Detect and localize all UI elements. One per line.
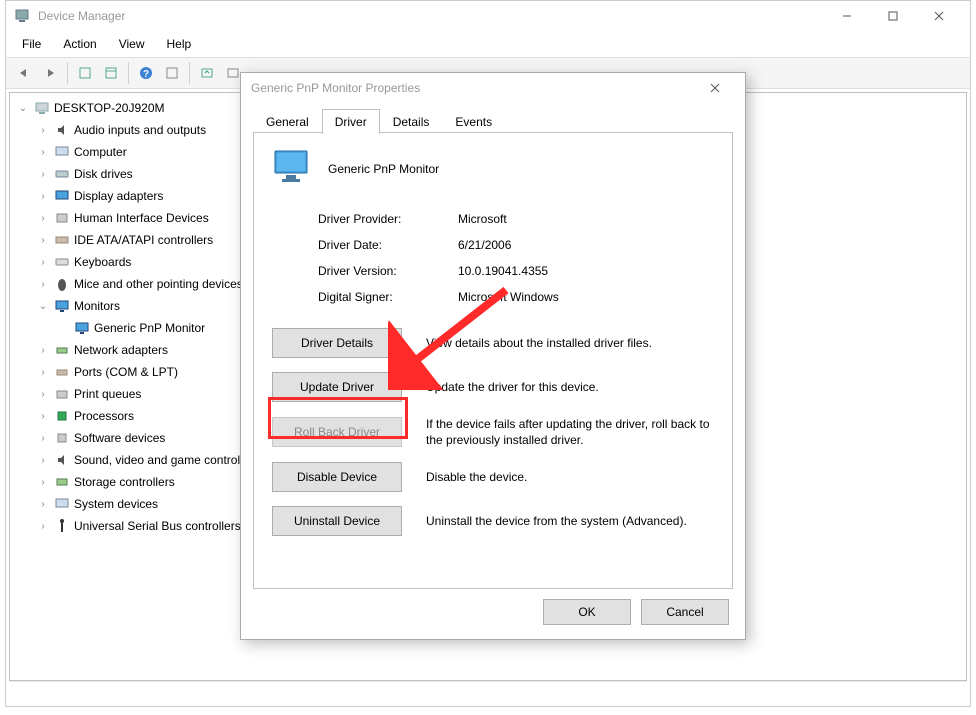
keyboard-icon [54,254,70,270]
provider-value: Microsoft [458,212,507,226]
hid-icon [54,210,70,226]
minimize-button[interactable] [824,1,870,31]
signer-label: Digital Signer: [318,290,458,304]
dialog-close-button[interactable] [695,74,735,102]
sound-icon [54,452,70,468]
tab-general[interactable]: General [253,109,322,134]
help-icon[interactable]: ? [134,61,158,85]
toolbar-btn-1[interactable] [73,61,97,85]
maximize-button[interactable] [870,1,916,31]
tab-details[interactable]: Details [380,109,443,134]
software-icon [54,430,70,446]
disk-icon [54,166,70,182]
toolbar-btn-4[interactable] [160,61,184,85]
tab-content: Generic PnP Monitor Driver Provider:Micr… [253,133,733,589]
tabs: General Driver Details Events [253,107,733,133]
menu-view[interactable]: View [109,33,155,55]
toolbar-btn-2[interactable] [99,61,123,85]
storage-icon [54,474,70,490]
tab-events[interactable]: Events [442,109,505,134]
svg-text:?: ? [143,69,149,80]
driver-info: Driver Provider:Microsoft Driver Date:6/… [318,206,714,310]
menubar: File Action View Help [6,31,970,57]
close-button[interactable] [916,1,962,31]
tab-driver[interactable]: Driver [322,109,380,134]
signer-value: Microsoft Windows [458,290,559,304]
date-label: Driver Date: [318,238,458,252]
ports-icon [54,364,70,380]
computer-icon [34,100,50,116]
disable-device-desc: Disable the device. [426,469,714,485]
driver-details-button[interactable]: Driver Details [272,328,402,358]
ok-button[interactable]: OK [543,599,631,625]
usb-icon [54,518,70,534]
forward-button[interactable] [38,61,62,85]
processor-icon [54,408,70,424]
version-value: 10.0.19041.4355 [458,264,548,278]
driver-details-desc: View details about the installed driver … [426,335,714,351]
cancel-button[interactable]: Cancel [641,599,729,625]
version-label: Driver Version: [318,264,458,278]
disable-device-button[interactable]: Disable Device [272,462,402,492]
update-driver-desc: Update the driver for this device. [426,379,714,395]
system-icon [54,496,70,512]
update-driver-button[interactable]: Update Driver [272,372,402,402]
roll-back-desc: If the device fails after updating the d… [426,416,714,448]
monitor-category-icon [54,298,70,314]
menu-file[interactable]: File [12,33,51,55]
monitor-icon [74,320,90,336]
properties-dialog: Generic PnP Monitor Properties General D… [240,72,746,640]
menu-action[interactable]: Action [53,33,106,55]
uninstall-device-button[interactable]: Uninstall Device [272,506,402,536]
audio-icon [54,122,70,138]
dialog-title: Generic PnP Monitor Properties [251,81,695,95]
printer-icon [54,386,70,402]
device-large-icon [272,149,312,188]
collapse-icon[interactable]: ⌄ [16,103,30,114]
network-icon [54,342,70,358]
device-name: Generic PnP Monitor [328,162,439,176]
app-icon [14,8,30,24]
window-title: Device Manager [38,9,824,23]
back-button[interactable] [12,61,36,85]
roll-back-driver-button[interactable]: Roll Back Driver [272,417,402,447]
status-bar [9,681,967,703]
menu-help[interactable]: Help [157,33,202,55]
computer-category-icon [54,144,70,160]
ide-icon [54,232,70,248]
titlebar: Device Manager [6,1,970,31]
display-icon [54,188,70,204]
scan-icon[interactable] [195,61,219,85]
date-value: 6/21/2006 [458,238,511,252]
uninstall-device-desc: Uninstall the device from the system (Ad… [426,513,714,529]
mouse-icon [54,276,70,292]
dialog-titlebar: Generic PnP Monitor Properties [241,73,745,103]
provider-label: Driver Provider: [318,212,458,226]
